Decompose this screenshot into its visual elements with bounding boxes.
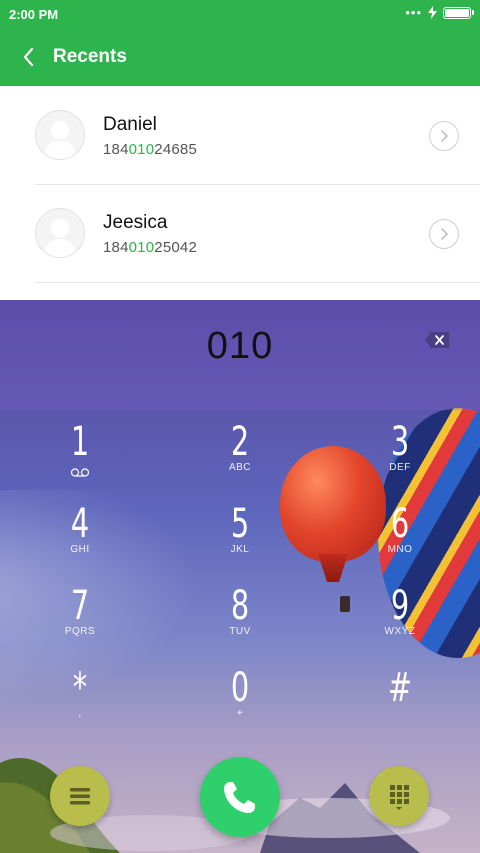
dialpad-toggle-button[interactable]	[369, 766, 429, 826]
dialed-number[interactable]: 010	[0, 325, 480, 368]
key-digit: 4	[70, 501, 90, 547]
key-letters: PQRS	[64, 626, 96, 637]
app-header: Recents	[0, 28, 480, 86]
key-2[interactable]: 2 ABC	[180, 420, 300, 496]
key-8[interactable]: 8 TUV	[180, 584, 300, 660]
number-prefix: 184	[103, 239, 129, 256]
charging-icon	[428, 6, 437, 19]
battery-icon	[443, 6, 474, 19]
recents-list: Daniel 18401024685 Jeesica 18401025042	[0, 86, 480, 300]
avatar-person-icon	[35, 110, 85, 160]
key-hash[interactable]: #	[340, 666, 460, 742]
key-letters: TUV	[229, 626, 251, 637]
contact-name: Jeesica	[103, 212, 168, 233]
key-6[interactable]: 6 MNO	[340, 502, 460, 578]
call-button[interactable]	[200, 757, 280, 837]
status-icons: •••	[405, 4, 474, 20]
key-letters: ,	[78, 708, 82, 719]
menu-button[interactable]	[50, 766, 110, 826]
key-digit: 8	[230, 583, 250, 629]
key-letters: +	[236, 708, 244, 719]
number-suffix: 24685	[154, 141, 197, 158]
number-prefix: 184	[103, 141, 129, 158]
backspace-icon[interactable]	[424, 331, 450, 349]
contact-name: Daniel	[103, 114, 157, 135]
key-digit: 7	[70, 583, 90, 629]
key-9[interactable]: 9 WXYZ	[340, 584, 460, 660]
key-digit: #	[387, 665, 413, 711]
key-letters: DEF	[389, 462, 411, 473]
key-letters: ABC	[228, 462, 252, 473]
contact-details-chevron-right-icon[interactable]	[429, 219, 459, 249]
key-digit: *	[72, 665, 88, 711]
recent-contact-row[interactable]: Jeesica 18401025042	[0, 184, 480, 282]
key-digit: 0	[230, 665, 250, 711]
status-time: 2:00 PM	[9, 7, 59, 22]
key-letters: MNO	[387, 544, 413, 555]
number-match: 010	[128, 239, 155, 256]
key-letters: GHI	[70, 544, 90, 555]
key-digit: 2	[230, 419, 250, 465]
recent-contact-row[interactable]: Daniel 18401024685	[0, 86, 480, 184]
contact-number: 18401024685	[103, 141, 197, 158]
voicemail-icon	[70, 468, 90, 477]
key-digit: 3	[390, 419, 410, 465]
row-divider	[35, 282, 480, 283]
contact-details-chevron-right-icon[interactable]	[429, 121, 459, 151]
key-letters: JKL	[230, 544, 250, 555]
avatar-person-icon	[35, 208, 85, 258]
key-7[interactable]: 7 PQRS	[20, 584, 140, 660]
dialpad-icon	[390, 785, 409, 810]
key-star[interactable]: * ,	[20, 666, 140, 742]
key-letters: WXYZ	[384, 626, 416, 637]
back-chevron-left-icon[interactable]	[18, 45, 42, 69]
status-bar: 2:00 PM •••	[0, 0, 480, 28]
page-title: Recents	[53, 46, 127, 67]
phone-icon	[224, 782, 255, 813]
contact-number: 18401025042	[103, 239, 197, 256]
number-match: 010	[128, 141, 155, 158]
key-0[interactable]: 0 +	[180, 666, 300, 742]
key-4[interactable]: 4 GHI	[20, 502, 140, 578]
key-digit: 9	[390, 583, 410, 629]
key-3[interactable]: 3 DEF	[340, 420, 460, 496]
menu-icon	[70, 788, 90, 805]
signal-dots-icon: •••	[405, 4, 422, 20]
key-digit: 1	[70, 419, 90, 465]
key-5[interactable]: 5 JKL	[180, 502, 300, 578]
key-1[interactable]: 1	[20, 420, 140, 496]
number-suffix: 25042	[154, 239, 197, 256]
key-digit: 6	[390, 501, 410, 547]
dialed-number-bar: 010	[0, 300, 480, 410]
key-digit: 5	[230, 501, 250, 547]
